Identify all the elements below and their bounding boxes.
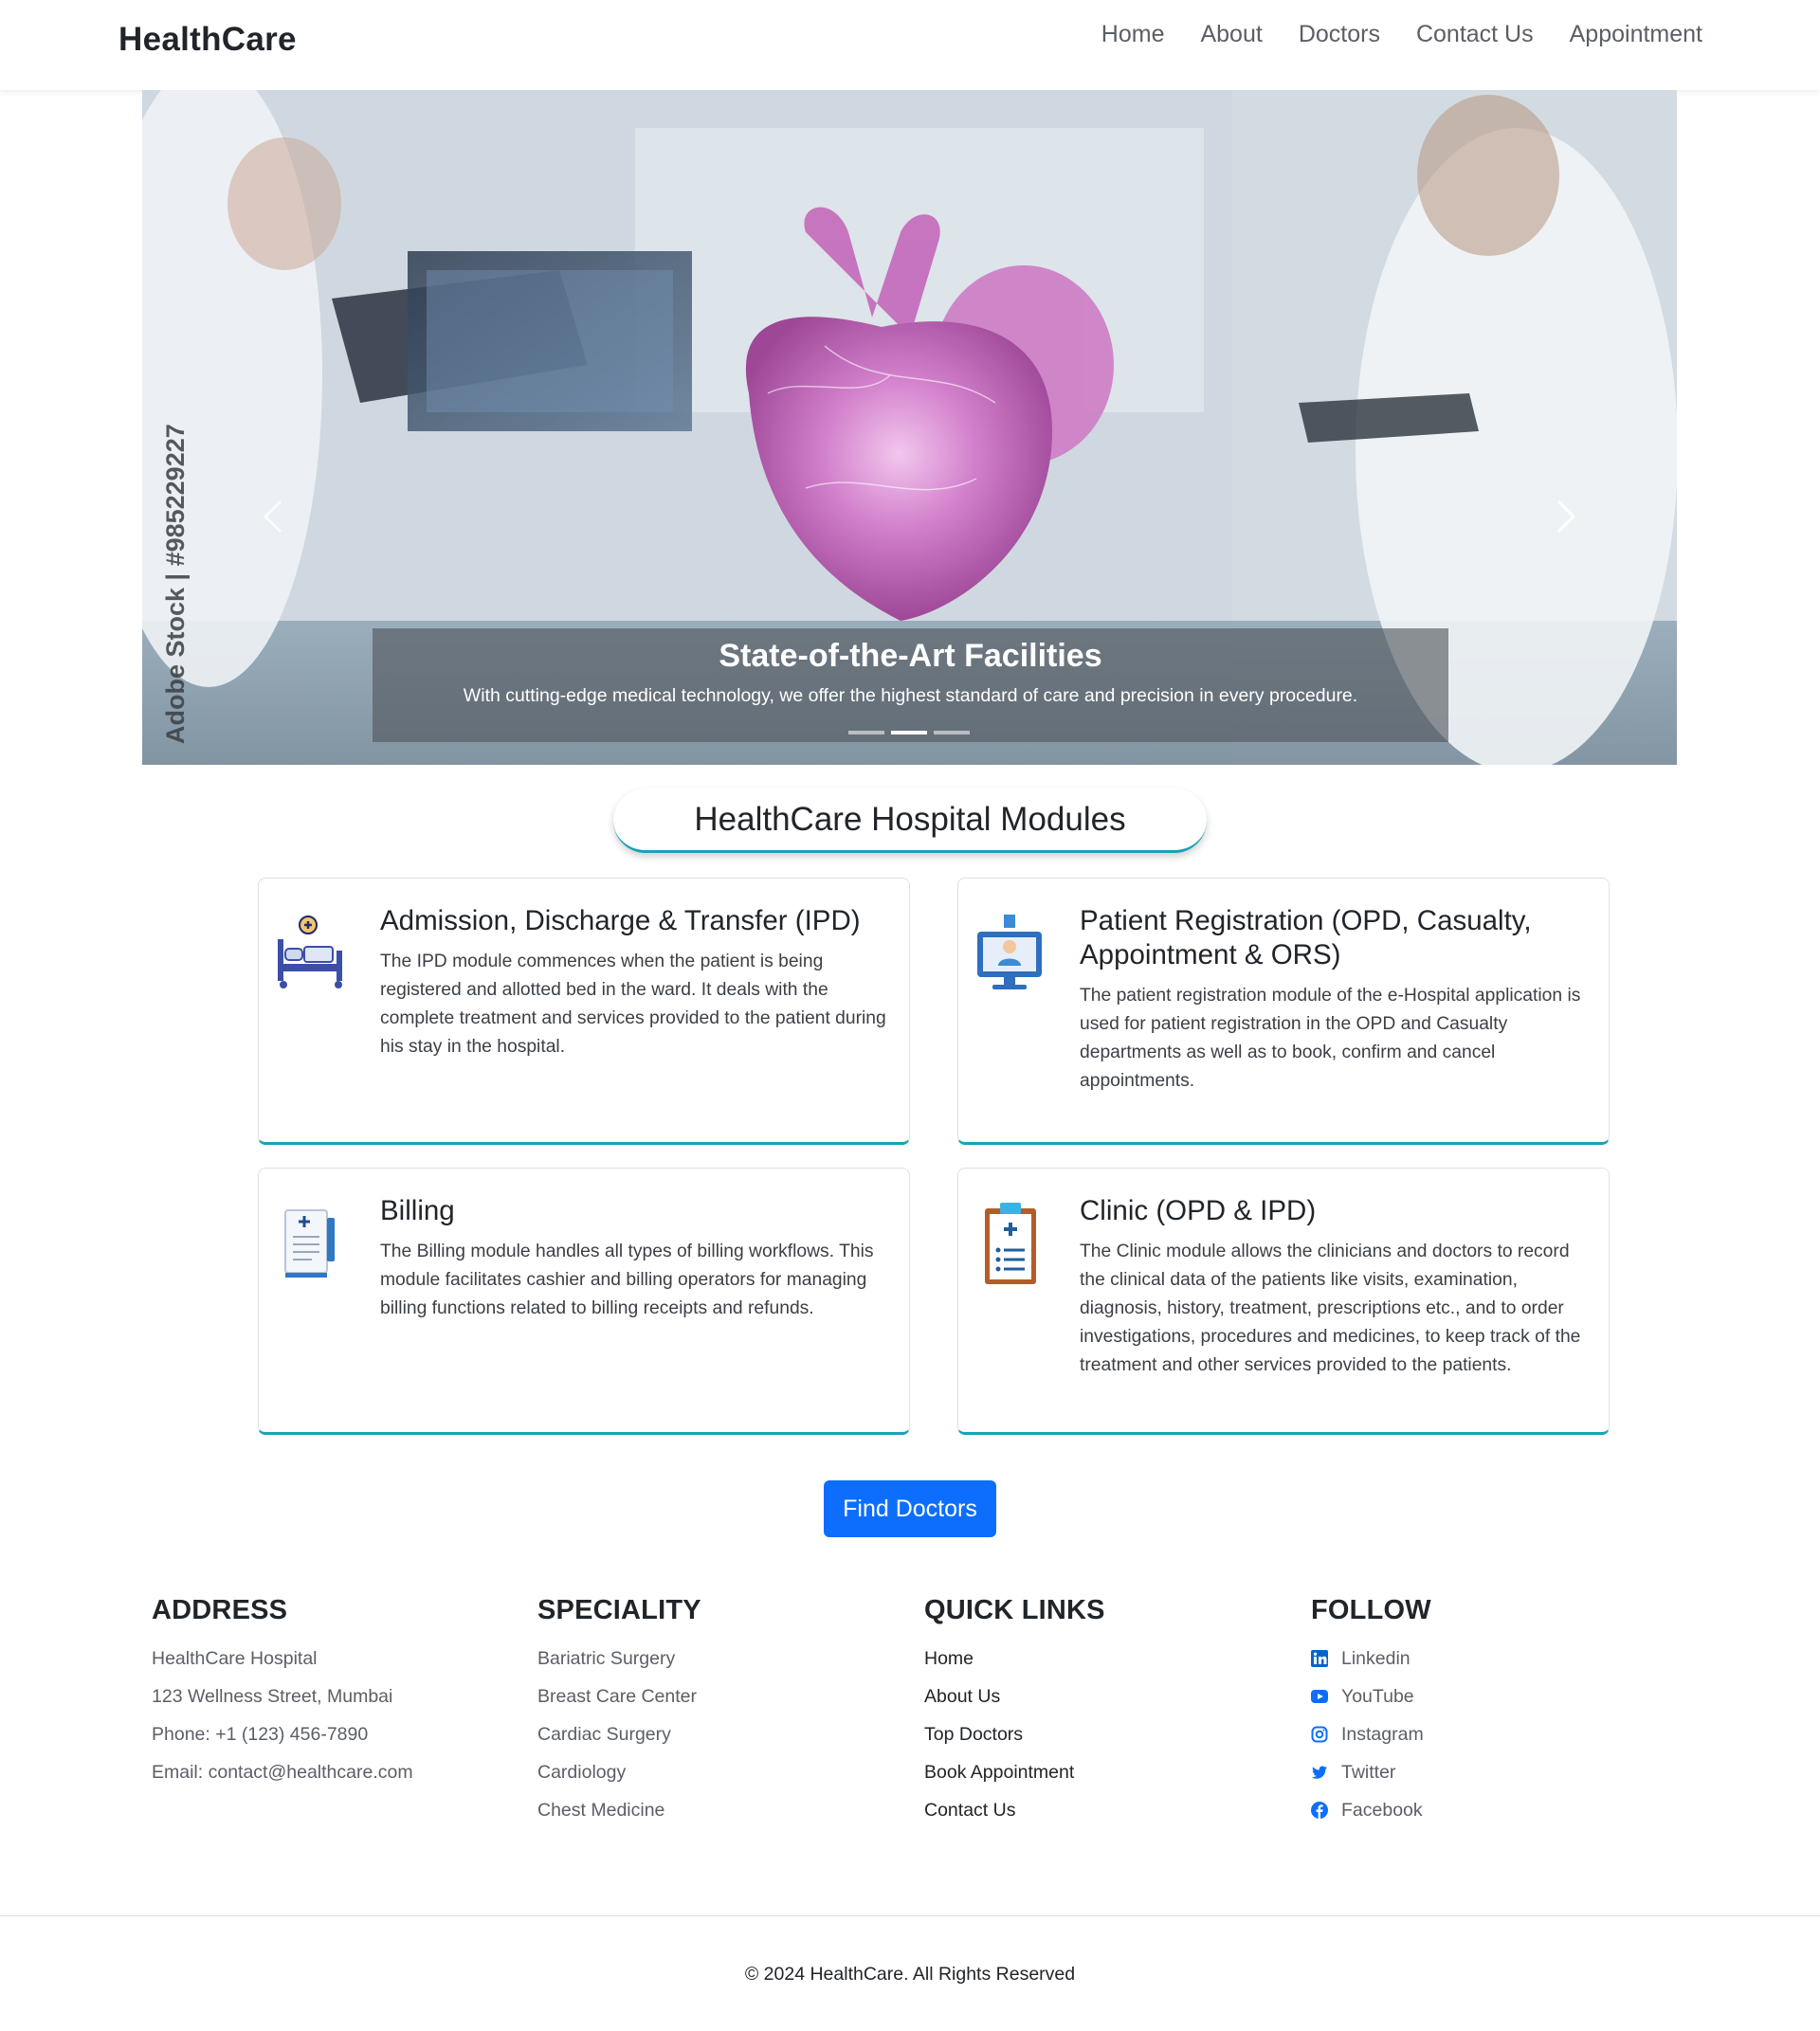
module-description: The Billing module handles all types of …	[380, 1242, 874, 1318]
caption-title: State-of-the-Art Facilities	[719, 638, 1102, 674]
copyright-text: © 2024 HealthCare. All Rights Reserved	[744, 1964, 1076, 1985]
module-title: Billing	[380, 1195, 455, 1226]
navbar: HealthCare Home About Doctors Contact Us…	[0, 0, 1820, 90]
nav-link-home[interactable]: Home	[1101, 21, 1165, 48]
footer-heading: ADDRESS	[152, 1595, 288, 1625]
carousel-prev-button[interactable]	[246, 488, 303, 545]
footer-heading: FOLLOW	[1311, 1595, 1431, 1625]
youtube-icon	[1311, 1690, 1328, 1703]
carousel-next-button[interactable]	[1536, 488, 1592, 545]
social-link-twitter[interactable]: Twitter	[1311, 1761, 1431, 1799]
module-card-ipd: Admission, Discharge & Transfer (IPD) Th…	[258, 878, 910, 1145]
speciality-link[interactable]: Bariatric Surgery	[537, 1647, 701, 1685]
footer-heading: SPECIALITY	[537, 1595, 701, 1625]
carousel-indicators	[848, 731, 970, 734]
twitter-icon	[1312, 1766, 1327, 1779]
module-title: Clinic (OPD & IPD)	[1080, 1195, 1317, 1226]
social-label: Twitter	[1341, 1762, 1396, 1783]
quick-link-appointment[interactable]: Book Appointment	[924, 1761, 1105, 1799]
footer-divider	[0, 1915, 1820, 1916]
nav-link-doctors[interactable]: Doctors	[1299, 21, 1380, 48]
carousel-indicator-3[interactable]	[934, 731, 970, 734]
carousel-indicator-2[interactable]	[891, 731, 927, 734]
address-line: 123 Wellness Street, Mumbai	[152, 1686, 393, 1707]
medical-bill-icon	[284, 1209, 335, 1278]
module-description: The patient registration module of the e…	[1080, 986, 1581, 1091]
instagram-icon	[1311, 1726, 1328, 1743]
module-card-clinic: Clinic (OPD & IPD) The Clinic module all…	[957, 1168, 1610, 1435]
module-card-billing: Billing The Billing module handles all t…	[258, 1168, 910, 1435]
module-title: Patient Registration (OPD, Casualty, App…	[1080, 905, 1532, 970]
quick-link-about[interactable]: About Us	[924, 1685, 1105, 1723]
social-label: Instagram	[1341, 1724, 1424, 1745]
social-label: Facebook	[1341, 1800, 1423, 1821]
social-link-instagram[interactable]: Instagram	[1311, 1723, 1431, 1761]
module-description: The IPD module commences when the patien…	[380, 952, 886, 1057]
hospital-bed-icon	[278, 916, 342, 988]
module-description: The Clinic module allows the clinicians …	[1080, 1242, 1581, 1375]
footer-heading: QUICK LINKS	[924, 1595, 1105, 1625]
chevron-right-icon	[1556, 499, 1576, 534]
computer-patient-icon	[977, 915, 1042, 989]
social-link-youtube[interactable]: YouTube	[1311, 1685, 1431, 1723]
nav-links: Home About Doctors Contact Us Appointmen…	[1065, 21, 1702, 48]
module-card-registration: Patient Registration (OPD, Casualty, App…	[957, 878, 1610, 1145]
chevron-left-icon	[263, 499, 282, 534]
carousel-indicator-1[interactable]	[848, 731, 884, 734]
footer-follow: FOLLOW Linkedin YouTube Instagram Twitte…	[1311, 1595, 1431, 1837]
clipboard-medical-icon	[985, 1203, 1036, 1284]
footer-quick-links: QUICK LINKS Home About Us Top Doctors Bo…	[924, 1595, 1105, 1837]
address-line: HealthCare Hospital	[152, 1648, 318, 1669]
address-phone: Phone: +1 (123) 456-7890	[152, 1724, 369, 1745]
facebook-icon	[1311, 1802, 1328, 1819]
find-doctors-button[interactable]: Find Doctors	[824, 1480, 996, 1537]
footer-speciality: SPECIALITY Bariatric Surgery Breast Care…	[537, 1595, 701, 1837]
speciality-link[interactable]: Chest Medicine	[537, 1799, 701, 1837]
nav-link-contact[interactable]: Contact Us	[1416, 21, 1534, 48]
speciality-link[interactable]: Cardiac Surgery	[537, 1723, 701, 1761]
carousel-caption: State-of-the-Art Facilities With cutting…	[373, 628, 1448, 742]
brand-logo[interactable]: HealthCare	[118, 21, 297, 59]
nav-link-appointment[interactable]: Appointment	[1570, 21, 1702, 48]
speciality-link[interactable]: Cardiology	[537, 1761, 701, 1799]
module-title: Admission, Discharge & Transfer (IPD)	[380, 905, 861, 936]
nav-link-about[interactable]: About	[1200, 21, 1262, 48]
social-label: YouTube	[1341, 1686, 1414, 1707]
stock-watermark: Adobe Stock | #985229227	[161, 424, 190, 744]
social-link-linkedin[interactable]: Linkedin	[1311, 1647, 1431, 1685]
quick-link-doctors[interactable]: Top Doctors	[924, 1723, 1105, 1761]
quick-link-contact[interactable]: Contact Us	[924, 1799, 1105, 1837]
quick-link-home[interactable]: Home	[924, 1647, 1105, 1685]
caption-text: With cutting-edge medical technology, we…	[463, 685, 1358, 706]
modules-heading: HealthCare Hospital Modules	[613, 789, 1207, 853]
address-email: Email: contact@healthcare.com	[152, 1762, 413, 1783]
hero-carousel: Adobe Stock | #985229227 State-of-the-Ar…	[142, 90, 1677, 765]
social-link-facebook[interactable]: Facebook	[1311, 1799, 1431, 1837]
speciality-link[interactable]: Breast Care Center	[537, 1685, 701, 1723]
footer-address: ADDRESS HealthCare Hospital 123 Wellness…	[152, 1595, 413, 1799]
linkedin-icon	[1311, 1650, 1328, 1667]
social-label: Linkedin	[1341, 1648, 1410, 1669]
